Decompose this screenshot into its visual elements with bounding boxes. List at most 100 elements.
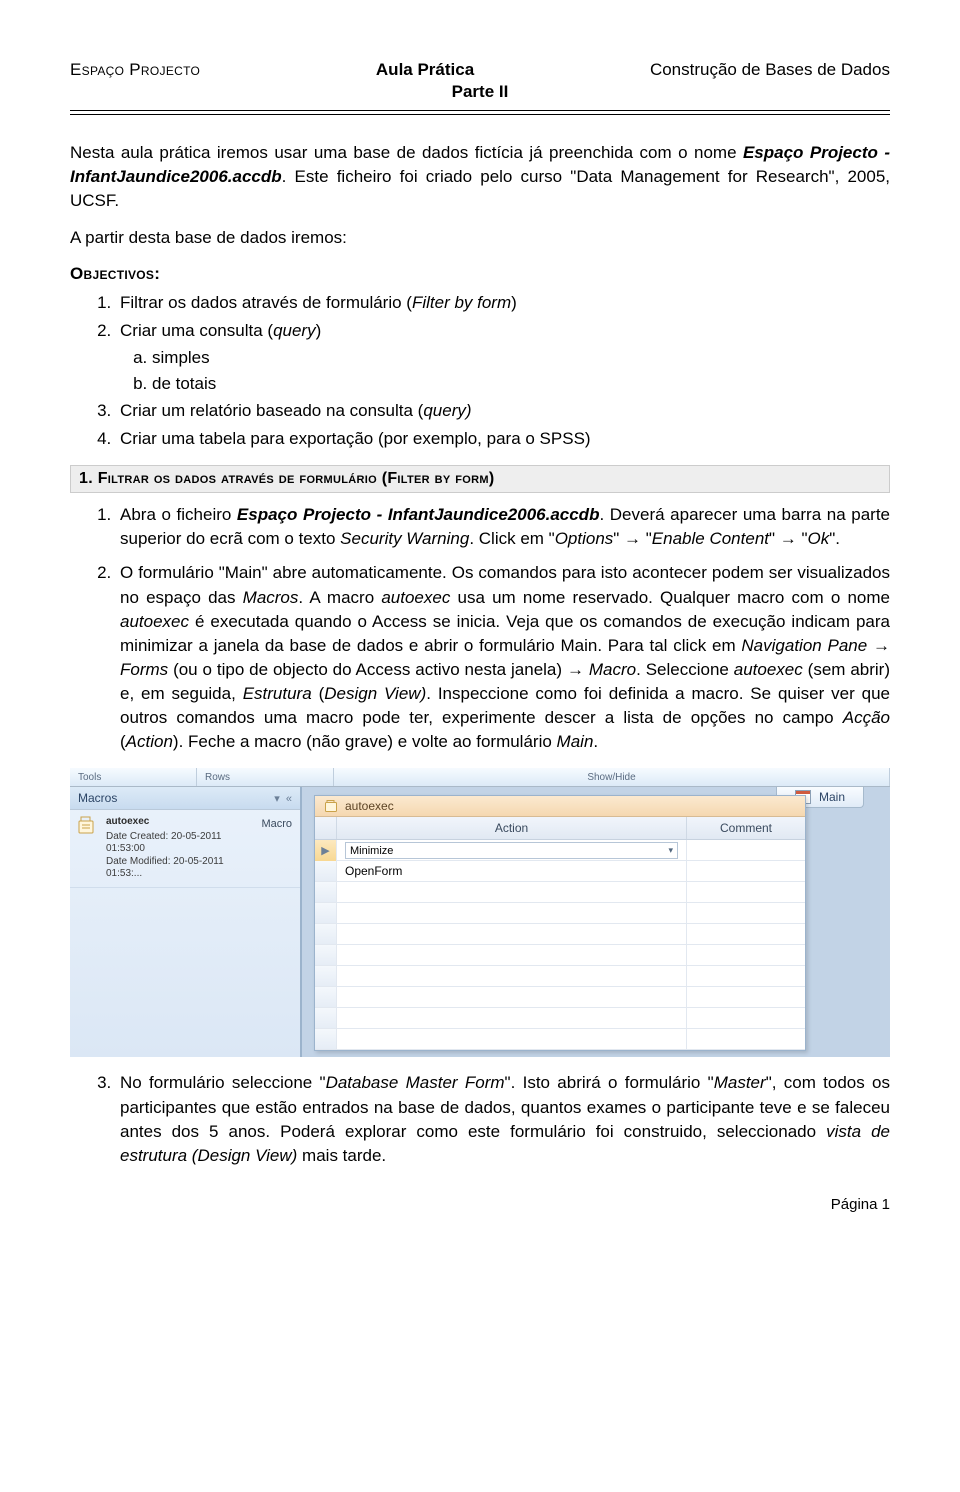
macro-row-empty[interactable] bbox=[315, 966, 805, 987]
step-3-b: ". Isto abrirá o formulário " bbox=[505, 1073, 714, 1092]
minimized-form-label: Main bbox=[819, 790, 845, 804]
objective-1: Filtrar os dados através de formulário (… bbox=[116, 290, 890, 316]
row-selector[interactable] bbox=[315, 861, 337, 881]
step-2-l: ). Feche a macro (não grave) e volte ao … bbox=[173, 732, 557, 751]
objective-1-a: Filtrar os dados através de formulário ( bbox=[120, 293, 412, 312]
step-3-d: mais tarde. bbox=[297, 1146, 386, 1165]
macro-row-empty[interactable] bbox=[315, 1029, 805, 1050]
step-2-em6: Macro bbox=[589, 660, 636, 679]
action-value-1: Minimize bbox=[350, 845, 393, 857]
comment-cell-2[interactable] bbox=[687, 861, 805, 881]
header-left: Espaço Projecto bbox=[70, 60, 200, 80]
step-2-g: . Seleccione bbox=[636, 660, 734, 679]
action-cell-1[interactable]: Minimize ▾ bbox=[337, 840, 687, 861]
macro-grid-header: Action Comment bbox=[315, 817, 805, 840]
step-2-e: → bbox=[867, 636, 890, 655]
step-2-em3: autoexec bbox=[120, 612, 189, 631]
objective-2-b: ) bbox=[316, 321, 322, 340]
action-value-2: OpenForm bbox=[345, 864, 402, 878]
macro-icon bbox=[78, 816, 98, 834]
step-2: O formulário "Main" abre automaticamente… bbox=[116, 561, 890, 754]
nav-pane-header[interactable]: Macros ▾ « bbox=[70, 787, 300, 810]
step-1-d: " → " bbox=[613, 529, 652, 548]
step-1-em1: Espaço Projecto - InfantJaundice2006.acc… bbox=[237, 505, 600, 524]
step-1-em5: Ok bbox=[808, 529, 830, 548]
header-center-line1: Aula Prática bbox=[376, 60, 474, 80]
intro-p2: A partir desta base de dados iremos: bbox=[70, 226, 890, 250]
step-3: No formulário seleccione "Database Maste… bbox=[116, 1071, 890, 1168]
objective-2a: simples bbox=[152, 345, 890, 371]
step-2-em12: Main bbox=[557, 732, 594, 751]
objective-3-em: query) bbox=[423, 401, 471, 420]
access-screenshot: Tools Rows Show/Hide Macros ▾ « bbox=[70, 768, 890, 1057]
step-1-c: . Click em " bbox=[469, 529, 554, 548]
step-3-em2: Master bbox=[714, 1073, 766, 1092]
nav-item-date-created: Date Created: 20-05-2011 01:53:00 bbox=[106, 831, 253, 856]
objective-2-sublist: simples de totais bbox=[120, 345, 890, 396]
action-combo-1[interactable]: Minimize ▾ bbox=[345, 842, 678, 859]
nav-category-label: Macros bbox=[78, 791, 117, 805]
objective-2b: de totais bbox=[152, 371, 890, 397]
header-rule bbox=[70, 110, 890, 115]
step-2-em9: Design View) bbox=[324, 684, 426, 703]
macro-row-empty[interactable] bbox=[315, 924, 805, 945]
step-2-em10: Acção bbox=[843, 708, 890, 727]
objective-2-em: query bbox=[273, 321, 316, 340]
step-1-em2: Security Warning bbox=[340, 529, 469, 548]
ribbon-label-showhide: Show/Hide bbox=[334, 768, 890, 786]
section-title-bar: 1. Filtrar os dados através de formulári… bbox=[70, 465, 890, 493]
steps-list-cont: No formulário seleccione "Database Maste… bbox=[70, 1071, 890, 1168]
comment-cell-1[interactable] bbox=[687, 840, 805, 861]
nav-item-title: autoexec bbox=[106, 816, 253, 829]
chevron-down-icon[interactable]: ▾ « bbox=[274, 792, 292, 805]
objective-4: Criar uma tabela para exportação (por ex… bbox=[116, 426, 890, 452]
step-2-b: . A macro bbox=[298, 588, 381, 607]
step-2-c: usa um nome reservado. Qualquer macro co… bbox=[450, 588, 890, 607]
col-comment[interactable]: Comment bbox=[687, 817, 805, 839]
combo-caret-icon[interactable]: ▾ bbox=[668, 845, 673, 856]
step-1-a: Abra o ficheiro bbox=[120, 505, 237, 524]
objective-2-a: Criar uma consulta ( bbox=[120, 321, 273, 340]
step-2-em1: Macros bbox=[243, 588, 299, 607]
macro-design-window[interactable]: autoexec Action Comment ▶ Minimize ▾ bbox=[314, 795, 806, 1051]
intro-p1: Nesta aula prática iremos usar uma base … bbox=[70, 141, 890, 212]
col-action[interactable]: Action bbox=[337, 817, 687, 839]
objective-3: Criar um relatório baseado na consulta (… bbox=[116, 398, 890, 424]
step-3-a: No formulário seleccione " bbox=[120, 1073, 326, 1092]
page-number: Página 1 bbox=[70, 1196, 890, 1213]
objectives-list: Filtrar os dados através de formulário (… bbox=[70, 290, 890, 451]
objective-1-b: ) bbox=[511, 293, 517, 312]
macro-row-empty[interactable] bbox=[315, 882, 805, 903]
objective-1-em: Filter by form bbox=[412, 293, 511, 312]
action-cell-2[interactable]: OpenForm bbox=[337, 861, 687, 881]
step-1: Abra o ficheiro Espaço Projecto - Infant… bbox=[116, 503, 890, 551]
macro-design-tab[interactable]: autoexec bbox=[315, 796, 805, 817]
step-1-f: ". bbox=[829, 529, 840, 548]
step-2-em7: autoexec bbox=[734, 660, 803, 679]
step-2-em8: Estrutura bbox=[243, 684, 312, 703]
grid-corner[interactable] bbox=[315, 817, 337, 839]
objective-3-a: Criar um relatório baseado na consulta ( bbox=[120, 401, 423, 420]
header-right: Construção de Bases de Dados bbox=[650, 60, 890, 80]
macro-row-empty[interactable] bbox=[315, 1008, 805, 1029]
nav-item-date-modified: Date Modified: 20-05-2011 01:53:... bbox=[106, 856, 253, 881]
nav-item-type: Macro bbox=[261, 816, 292, 830]
row-selector-icon[interactable]: ▶ bbox=[315, 840, 337, 861]
header-center-line2: Parte II bbox=[70, 82, 890, 102]
navigation-pane[interactable]: Macros ▾ « autoexec Date Created: 20-05-… bbox=[70, 787, 302, 1057]
step-2-em5: Forms bbox=[120, 660, 168, 679]
macro-row-empty[interactable] bbox=[315, 945, 805, 966]
ribbon-group-labels: Tools Rows Show/Hide bbox=[70, 768, 890, 786]
nav-item-autoexec[interactable]: autoexec Date Created: 20-05-2011 01:53:… bbox=[70, 810, 300, 888]
macro-row-empty[interactable] bbox=[315, 903, 805, 924]
macro-row-2[interactable]: OpenForm bbox=[315, 861, 805, 882]
objectives-heading: Objectivos: bbox=[70, 264, 890, 284]
step-2-em11: Action bbox=[126, 732, 173, 751]
macro-row-1[interactable]: ▶ Minimize ▾ bbox=[315, 840, 805, 861]
step-1-em3: Options bbox=[555, 529, 614, 548]
step-2-f: (ou o tipo de objecto do Access activo n… bbox=[168, 660, 589, 679]
step-2-em2: autoexec bbox=[381, 588, 450, 607]
macro-row-empty[interactable] bbox=[315, 987, 805, 1008]
step-1-em4: Enable Content bbox=[652, 529, 769, 548]
step-2-m: . bbox=[593, 732, 598, 751]
